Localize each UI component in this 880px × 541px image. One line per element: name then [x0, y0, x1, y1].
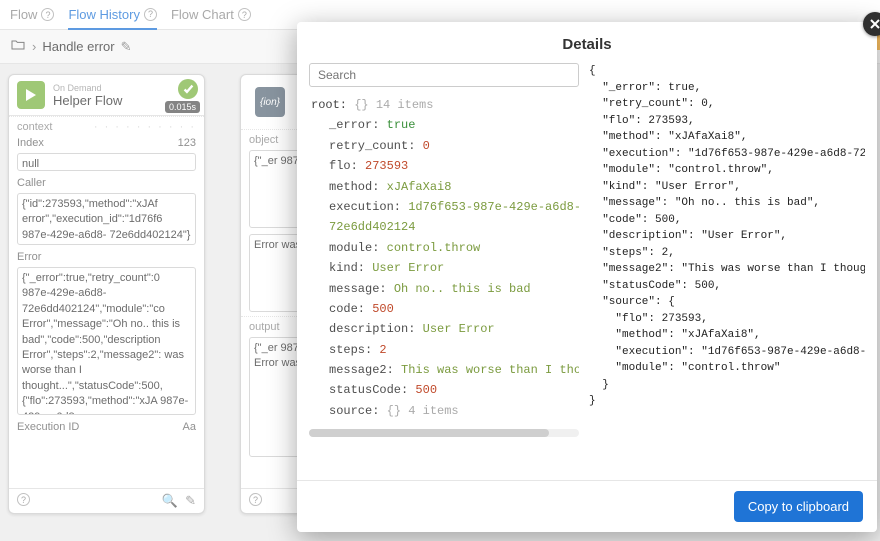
tree-item[interactable]: 72e6dd402124	[311, 217, 579, 237]
tree-item[interactable]: message2: This was worse than I thought.…	[311, 360, 579, 380]
tree-item[interactable]: retry_count: 0	[311, 136, 579, 156]
tree-item[interactable]: source: {} 4 items	[311, 401, 579, 421]
tree-item[interactable]: steps: 2	[311, 340, 579, 360]
tree-item[interactable]: module: control.throw	[311, 238, 579, 258]
tree-item[interactable]: method: xJAfaXai8	[311, 177, 579, 197]
tree-item[interactable]: message: Oh no.. this is bad	[311, 279, 579, 299]
tree-root[interactable]: root:	[311, 98, 347, 112]
tree-item[interactable]: execution: 1d76f653-987e-429e-a6d8-	[311, 197, 579, 217]
tree-item[interactable]: kind: User Error	[311, 258, 579, 278]
copy-to-clipboard-button[interactable]: Copy to clipboard	[734, 491, 863, 522]
close-icon	[869, 18, 880, 30]
close-button[interactable]	[863, 12, 880, 36]
tree-item[interactable]: description: User Error	[311, 319, 579, 339]
tree-item[interactable]: code: 500	[311, 299, 579, 319]
raw-json[interactable]: { "_error": true, "retry_count": 0, "flo…	[589, 63, 865, 472]
json-tree[interactable]: root: {} 14 items _error: trueretry_coun…	[309, 95, 579, 421]
details-modal: Details root: {} 14 items _error: truere…	[297, 22, 877, 532]
horizontal-scrollbar[interactable]	[309, 429, 579, 437]
tree-item[interactable]: flo: 273593	[311, 156, 579, 176]
tree-item[interactable]: _error: true	[311, 115, 579, 135]
search-input[interactable]	[309, 63, 579, 87]
tree-item[interactable]: statusCode: 500	[311, 380, 579, 400]
modal-title: Details	[297, 22, 877, 63]
